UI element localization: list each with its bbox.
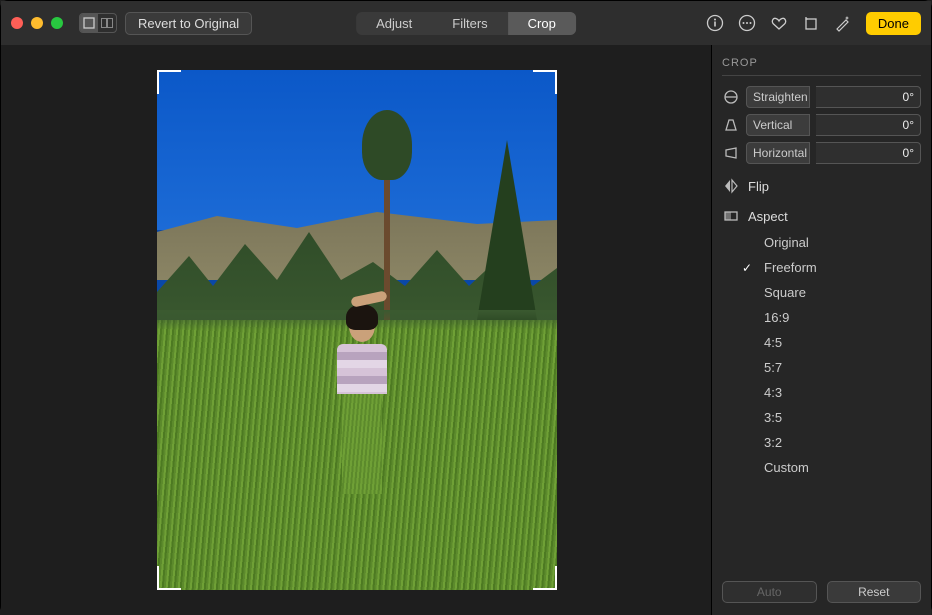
tab-adjust[interactable]: Adjust [356,12,432,35]
window-controls [11,17,63,29]
vertical-row[interactable]: Vertical 0° [722,114,921,136]
aspect-3-2[interactable]: 3:2 [740,430,921,455]
done-button[interactable]: Done [866,12,921,35]
panel-footer: Auto Reset [722,581,921,603]
crop-handle-bottom-left[interactable] [157,566,181,590]
checkmark-icon: ✓ [740,261,754,275]
straighten-row[interactable]: Straighten 0° [722,86,921,108]
aspect-3-2-label: 3:2 [764,435,782,450]
straighten-label: Straighten [746,86,810,108]
aspect-original[interactable]: Original [740,230,921,255]
crop-handle-top-right[interactable] [533,70,557,94]
compare-view-icon[interactable] [98,14,116,32]
reset-button[interactable]: Reset [827,581,922,603]
titlebar: Revert to Original Adjust Filters Crop D… [1,1,931,45]
info-icon[interactable] [706,14,724,32]
more-icon[interactable] [738,14,756,32]
crop-panel: CROP Straighten 0° Vertical 0° Horizonta… [711,45,931,615]
aspect-16-9[interactable]: 16:9 [740,305,921,330]
aspect-label: Aspect [748,209,788,224]
aspect-4-5-label: 4:5 [764,335,782,350]
aspect-custom[interactable]: Custom [740,455,921,480]
panel-title: CROP [722,57,921,76]
auto-button[interactable]: Auto [722,581,817,603]
rotate-icon[interactable] [802,14,820,32]
crop-handle-top-left[interactable] [157,70,181,94]
tab-filters[interactable]: Filters [432,12,507,35]
aspect-square[interactable]: Square [740,280,921,305]
aspect-3-5[interactable]: 3:5 [740,405,921,430]
flip-button[interactable]: Flip [722,178,921,194]
aspect-list: Original ✓ Freeform Square 16:9 4:5 5:7 4… [722,230,921,480]
horizontal-perspective-icon [722,145,740,161]
vertical-perspective-icon [722,117,740,133]
minimize-window-button[interactable] [31,17,43,29]
aspect-4-3-label: 4:3 [764,385,782,400]
aspect-freeform[interactable]: ✓ Freeform [740,255,921,280]
aspect-3-5-label: 3:5 [764,410,782,425]
aspect-5-7[interactable]: 5:7 [740,355,921,380]
single-view-icon[interactable] [80,14,98,32]
aspect-custom-label: Custom [764,460,809,475]
editor-canvas-area [1,45,713,615]
aspect-original-label: Original [764,235,809,250]
crop-canvas[interactable] [157,70,557,590]
favorite-icon[interactable] [770,14,788,32]
view-mode-toggle[interactable] [79,13,117,33]
aspect-square-label: Square [764,285,806,300]
aspect-icon [722,208,740,224]
toolbar-right: Done [706,12,921,35]
edit-mode-tabs: Adjust Filters Crop [356,12,576,35]
straighten-value[interactable]: 0° [816,86,921,108]
aspect-16-9-label: 16:9 [764,310,789,325]
close-window-button[interactable] [11,17,23,29]
straighten-icon [722,89,740,105]
aspect-header[interactable]: Aspect [722,208,921,224]
flip-icon [722,178,740,194]
aspect-5-7-label: 5:7 [764,360,782,375]
flip-label: Flip [748,179,769,194]
horizontal-label: Horizontal [746,142,810,164]
tab-crop[interactable]: Crop [508,12,576,35]
vertical-value[interactable]: 0° [816,114,921,136]
aspect-4-3[interactable]: 4:3 [740,380,921,405]
aspect-freeform-label: Freeform [764,260,817,275]
aspect-4-5[interactable]: 4:5 [740,330,921,355]
zoom-window-button[interactable] [51,17,63,29]
horizontal-row[interactable]: Horizontal 0° [722,142,921,164]
crop-handle-bottom-right[interactable] [533,566,557,590]
vertical-label: Vertical [746,114,810,136]
auto-enhance-icon[interactable] [834,14,852,32]
revert-button[interactable]: Revert to Original [125,12,252,35]
horizontal-value[interactable]: 0° [816,142,921,164]
